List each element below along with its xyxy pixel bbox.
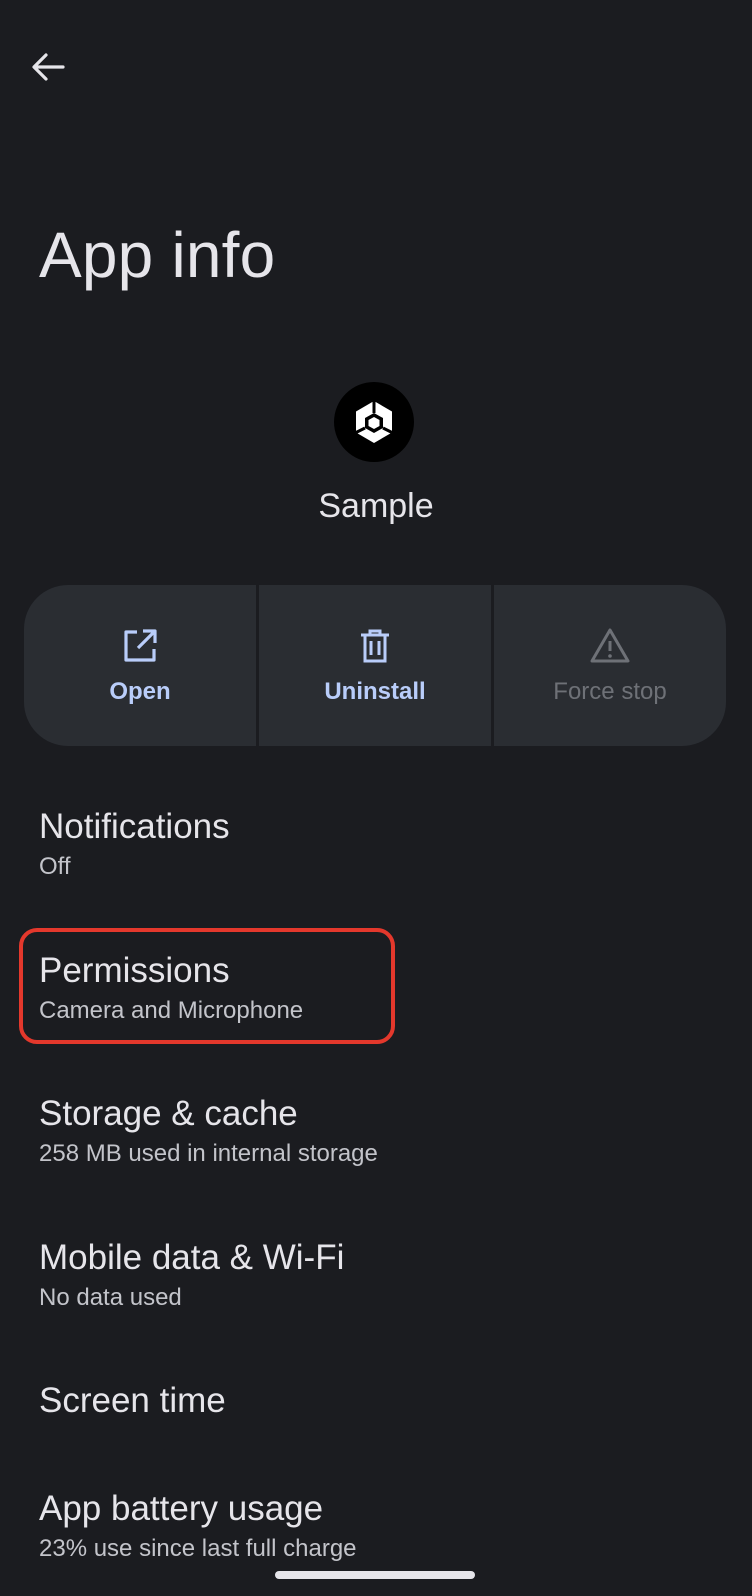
page-title: App info (39, 219, 276, 291)
app-battery-item[interactable]: App battery usage 23% use since last ful… (39, 1488, 357, 1564)
open-external-icon (120, 626, 160, 666)
screen-time-title: Screen time (39, 1381, 226, 1420)
back-button[interactable] (22, 44, 74, 90)
gesture-nav-handle[interactable] (275, 1571, 475, 1579)
storage-cache-item[interactable]: Storage & cache 258 MB used in internal … (39, 1093, 378, 1169)
storage-cache-subtitle: 258 MB used in internal storage (39, 1140, 378, 1167)
permissions-title: Permissions (39, 951, 230, 990)
app-battery-subtitle: 23% use since last full charge (39, 1535, 357, 1562)
warning-icon (590, 626, 630, 666)
storage-cache-title: Storage & cache (39, 1094, 298, 1133)
notifications-item[interactable]: Notifications Off (39, 806, 230, 882)
app-name: Sample (318, 487, 434, 525)
permissions-item[interactable]: Permissions Camera and Microphone (39, 950, 303, 1026)
action-bar: Open Uninstall Force stop (24, 585, 726, 746)
mobile-data-subtitle: No data used (39, 1284, 182, 1311)
arrow-left-icon (32, 53, 65, 81)
trash-icon (355, 626, 395, 666)
open-button[interactable]: Open (24, 585, 256, 746)
mobile-data-title: Mobile data & Wi-Fi (39, 1238, 345, 1277)
notifications-title: Notifications (39, 807, 230, 846)
notifications-subtitle: Off (39, 853, 71, 880)
open-label: Open (109, 677, 171, 705)
force-stop-button[interactable]: Force stop (494, 585, 726, 746)
app-icon (334, 382, 414, 462)
uninstall-label: Uninstall (324, 677, 426, 705)
screen-time-item[interactable]: Screen time (39, 1380, 226, 1422)
unity-logo-icon (355, 401, 393, 443)
permissions-subtitle: Camera and Microphone (39, 997, 304, 1024)
mobile-data-item[interactable]: Mobile data & Wi-Fi No data used (39, 1237, 344, 1313)
uninstall-button[interactable]: Uninstall (259, 585, 491, 746)
force-stop-label: Force stop (553, 677, 667, 705)
app-battery-title: App battery usage (39, 1489, 324, 1528)
